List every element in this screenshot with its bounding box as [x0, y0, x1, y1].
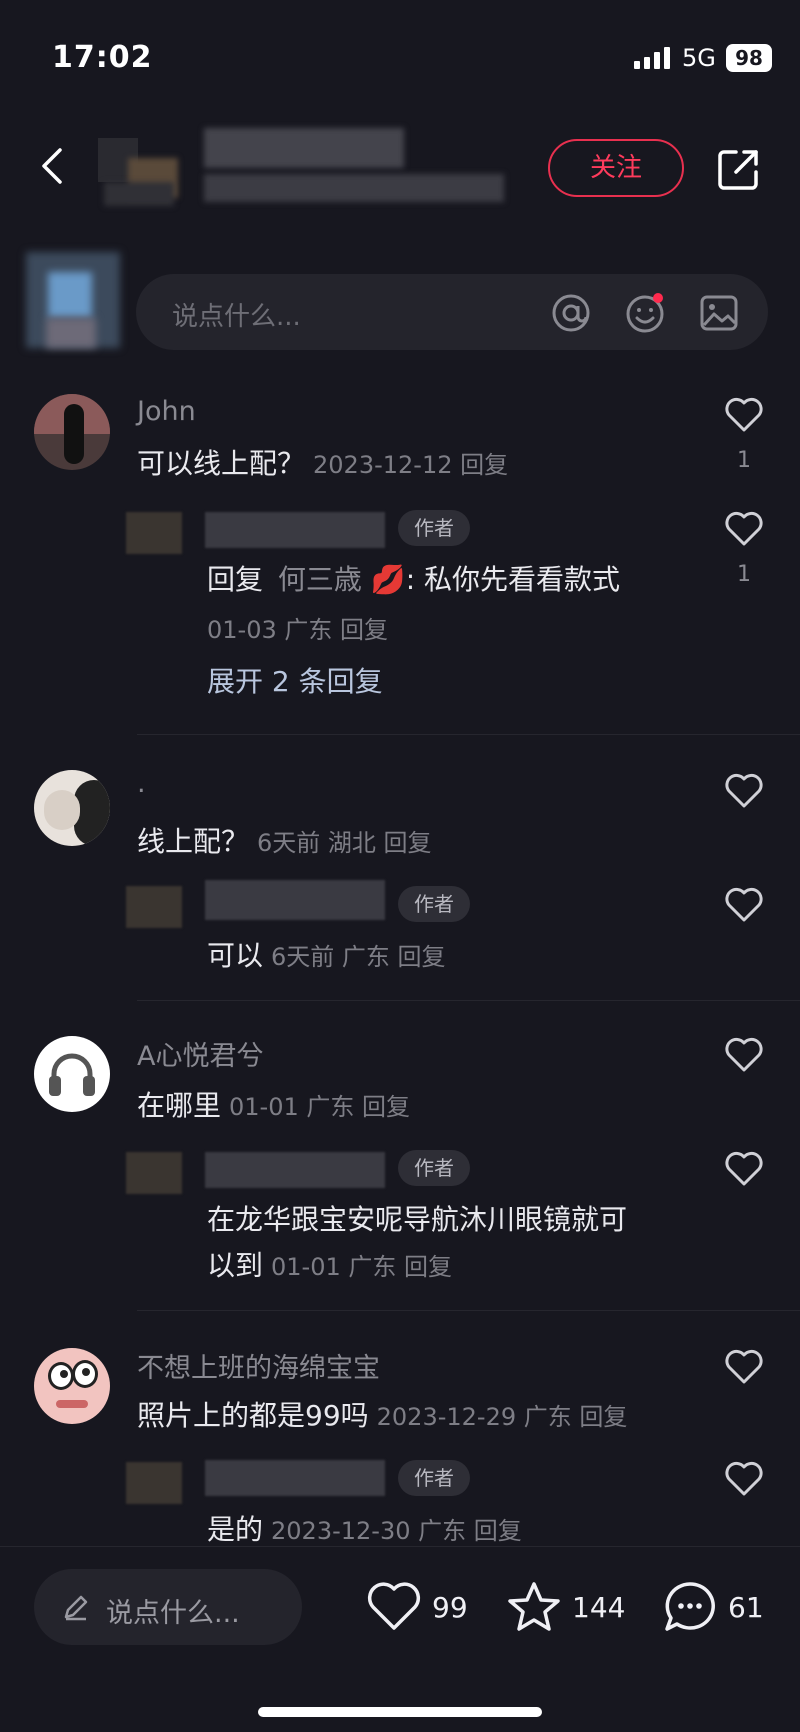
like-icon[interactable] [724, 1150, 764, 1188]
status-bar: 17:02 5G 98 [0, 0, 800, 110]
favorite-count: 144 [572, 1590, 626, 1624]
reply-avatar[interactable] [126, 512, 182, 554]
follow-button[interactable]: 关注 [548, 139, 684, 197]
like-count: 1 [737, 562, 751, 587]
comment-author[interactable]: 不想上班的海绵宝宝 [137, 1346, 380, 1385]
home-indicator [258, 1707, 542, 1717]
reply-meta[interactable]: 01-01 广东 回复 [271, 1253, 452, 1281]
headphones-icon [49, 1053, 95, 1096]
comment-meta[interactable]: 6天前 湖北 回复 [257, 829, 432, 857]
reply-line: 可以 6天前 广东 回复 [207, 934, 446, 974]
divider [137, 734, 800, 735]
comment-input-row: 说点什么... [0, 252, 800, 352]
comment-meta[interactable]: 2023-12-12 回复 [313, 451, 508, 479]
reply-author-blurred [205, 880, 385, 920]
like-icon[interactable] [724, 1036, 764, 1074]
comment-author[interactable]: John [137, 396, 196, 427]
author-badge: 作者 [398, 1460, 470, 1496]
comment-stat[interactable]: 61 [662, 1577, 764, 1637]
comment-author[interactable]: A心悦君兮 [137, 1034, 263, 1073]
comment-line: 可以线上配？ 2023-12-12 回复 [137, 442, 508, 482]
comment-line: 线上配？ 6天前 湖北 回复 [137, 820, 432, 860]
author-name-blurred [204, 128, 514, 220]
comment-meta[interactable]: 01-01 广东 回复 [229, 1093, 410, 1121]
back-icon[interactable] [34, 146, 74, 186]
reply-author-blurred [205, 1460, 385, 1496]
comment-text: 可以线上配？ [137, 447, 306, 480]
reply-text: 是的 [207, 1513, 264, 1546]
reply-meta[interactable]: 01-03 广东 回复 [207, 610, 388, 645]
like-icon[interactable] [724, 772, 764, 810]
like-icon[interactable] [724, 886, 764, 924]
avatar[interactable] [34, 770, 110, 846]
bottom-comment-input[interactable]: 说点什么... [34, 1569, 302, 1645]
bottom-bar: 说点什么... 99 144 61 [0, 1546, 800, 1732]
comment-author[interactable]: . [137, 768, 146, 799]
my-avatar [26, 252, 120, 348]
reply-avatar[interactable] [126, 1152, 182, 1194]
like-icon[interactable] [724, 396, 764, 434]
expand-replies-button[interactable]: 展开 2 条回复 [207, 660, 383, 700]
reply-author-blurred [205, 1152, 385, 1188]
like-icon[interactable] [724, 1460, 764, 1498]
comment-meta[interactable]: 2023-12-29 广东 回复 [377, 1403, 628, 1431]
comment-input[interactable]: 说点什么... [136, 274, 768, 350]
bottom-input-placeholder: 说点什么... [106, 1598, 240, 1629]
reply-text: 在龙华跟宝安呢导航沐川眼镜就可 [207, 1203, 628, 1236]
reply-text-cont: 以到 [207, 1249, 264, 1282]
comment-input-placeholder: 说点什么... [172, 302, 301, 332]
reply-meta[interactable]: 6天前 广东 回复 [271, 943, 446, 971]
reply-to-user[interactable]: 何三歳 [278, 563, 362, 596]
avatar[interactable] [34, 394, 110, 470]
heart-icon [367, 1582, 421, 1630]
reply-text: : 私你先看看款式 [405, 563, 621, 596]
reply-line: 回复 何三歳 💋: 私你先看看款式 [207, 558, 620, 598]
author-avatar[interactable] [98, 128, 184, 214]
comment-line: 照片上的都是99吗 2023-12-29 广东 回复 [137, 1394, 627, 1434]
divider [137, 1000, 800, 1001]
reply-avatar[interactable] [126, 886, 182, 928]
comment-bubble-icon [665, 1582, 715, 1631]
reply-prefix: 回复 [207, 563, 264, 596]
like-count: 99 [432, 1590, 468, 1624]
comment-text: 照片上的都是99吗 [137, 1399, 369, 1432]
network-type: 5G [682, 44, 716, 72]
comment-count: 61 [728, 1590, 764, 1624]
avatar[interactable] [34, 1348, 110, 1424]
kiss-emoji: 💋 [370, 563, 406, 596]
signal-icon [634, 47, 670, 69]
reply-avatar[interactable] [126, 1462, 182, 1504]
author-badge: 作者 [398, 1150, 470, 1186]
like-icon[interactable] [724, 510, 764, 548]
mention-icon[interactable] [550, 292, 592, 334]
reply-meta[interactable]: 2023-12-30 广东 回复 [271, 1517, 522, 1545]
battery-icon: 98 [726, 44, 772, 72]
like-icon[interactable] [724, 1348, 764, 1386]
divider [137, 1310, 800, 1311]
reply-author-blurred [205, 512, 385, 548]
image-icon[interactable] [698, 292, 740, 334]
comment-line: 在哪里 01-01 广东 回复 [137, 1084, 410, 1124]
avatar[interactable] [34, 1036, 110, 1112]
star-icon [508, 1582, 560, 1631]
status-time: 17:02 [52, 40, 153, 75]
post-header: 关注 [0, 110, 800, 230]
pencil-icon [64, 1595, 88, 1621]
like-stat[interactable]: 99 [366, 1577, 468, 1637]
author-badge: 作者 [398, 886, 470, 922]
reply-text: 可以 [207, 939, 264, 972]
emoji-icon[interactable] [624, 292, 666, 334]
share-icon[interactable] [714, 146, 762, 194]
reply-line: 是的 2023-12-30 广东 回复 [207, 1508, 522, 1548]
author-badge: 作者 [398, 510, 470, 546]
reply-line: 以到 01-01 广东 回复 [207, 1244, 452, 1284]
favorite-stat[interactable]: 144 [506, 1577, 625, 1637]
comment-text: 在哪里 [137, 1089, 222, 1122]
comment-text: 线上配？ [137, 825, 250, 858]
like-count: 1 [737, 448, 751, 473]
